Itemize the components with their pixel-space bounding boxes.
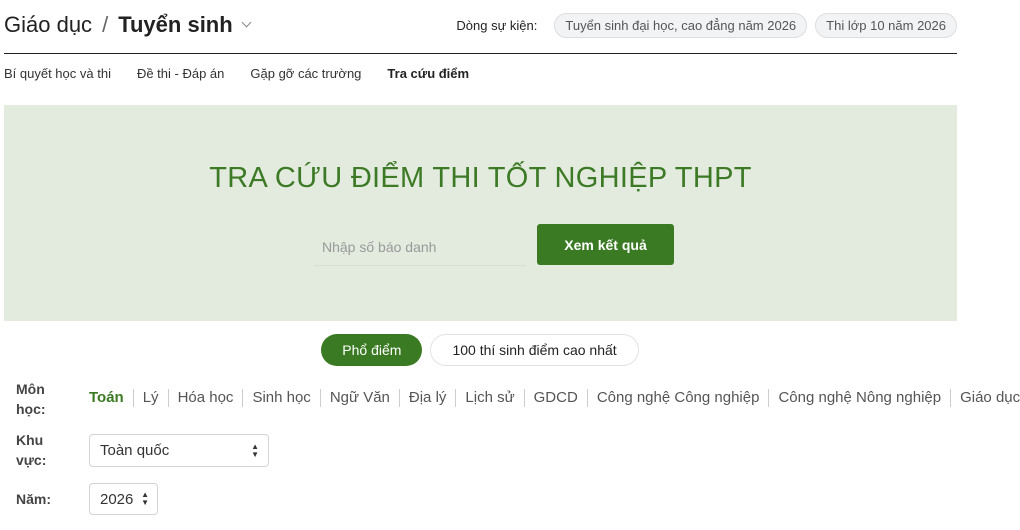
- result-tabs: Phổ điểm 100 thí sinh điểm cao nhất: [0, 334, 960, 366]
- page-header: Giáo dục / Tuyển sinh Dòng sự kiện: Tuyể…: [4, 0, 957, 54]
- sub-navigation: Bí quyết học và thi Đề thi - Đáp án Gặp …: [4, 66, 495, 81]
- subject-item-biology[interactable]: Sinh học: [242, 389, 319, 407]
- breadcrumb-separator: /: [102, 12, 109, 37]
- region-filter-label: Khu vực:: [16, 430, 46, 470]
- subnav-item-exams[interactable]: Đề thi - Đáp án: [137, 66, 224, 81]
- chevron-down-icon[interactable]: [241, 17, 252, 28]
- subject-item-chemistry[interactable]: Hóa học: [167, 389, 243, 407]
- event-chip-grade10[interactable]: Thi lớp 10 năm 2026: [815, 13, 957, 38]
- subnav-item-schools[interactable]: Gặp gỡ các trường: [250, 66, 361, 81]
- subject-item-physics[interactable]: Lý: [132, 389, 168, 407]
- tab-top-100[interactable]: 100 thí sinh điểm cao nhất: [430, 334, 639, 366]
- subject-filter-list: Toán Lý Hóa học Sinh học Ngữ Văn Địa lý …: [89, 389, 1020, 407]
- select-arrows-icon: ▲ ▼: [141, 490, 149, 507]
- tab-score-distribution[interactable]: Phổ điểm: [321, 334, 423, 366]
- region-label-line-2: vực:: [16, 452, 47, 468]
- subject-item-history[interactable]: Lịch sử: [455, 389, 523, 407]
- subject-item-agricultural-tech[interactable]: Công nghệ Nông nghiệp: [768, 389, 950, 407]
- page-title: TRA CỨU ĐIỂM THI TỐT NGHIỆP THPT: [209, 162, 752, 194]
- region-select[interactable]: Toàn quốc ▲ ▼: [89, 434, 269, 467]
- subject-item-industrial-tech[interactable]: Công nghệ Công nghiệp: [586, 389, 769, 407]
- subject-item-education[interactable]: Giáo dục: [950, 389, 1020, 407]
- breadcrumb-parent[interactable]: Giáo dục: [4, 12, 92, 38]
- breadcrumb: Giáo dục / Tuyển sinh: [4, 12, 252, 38]
- subject-item-math[interactable]: Toán: [89, 389, 133, 407]
- year-select-value: 2026: [100, 490, 134, 508]
- subject-label-line-2: học:: [16, 401, 46, 417]
- view-results-button[interactable]: Xem kết quả: [537, 224, 674, 265]
- candidate-number-input[interactable]: [314, 228, 526, 266]
- subnav-item-score-lookup[interactable]: Tra cứu điểm: [387, 66, 469, 81]
- event-stream-label: Dòng sự kiện:: [456, 18, 538, 33]
- subject-item-geography[interactable]: Địa lý: [398, 389, 456, 407]
- event-stream: Dòng sự kiện: Tuyển sinh đại học, cao đẳ…: [456, 13, 957, 38]
- year-select[interactable]: 2026 ▲ ▼: [89, 483, 158, 515]
- subject-filter-label: Môn học:: [16, 379, 46, 419]
- breadcrumb-current[interactable]: Tuyển sinh: [118, 12, 233, 38]
- subject-label-line-1: Môn: [16, 381, 45, 397]
- subnav-item-tips[interactable]: Bí quyết học và thi: [4, 66, 111, 81]
- subject-item-literature[interactable]: Ngữ Văn: [319, 389, 399, 407]
- region-label-line-1: Khu: [16, 432, 44, 448]
- year-filter-label: Năm:: [16, 491, 52, 507]
- score-lookup-banner: TRA CỨU ĐIỂM THI TỐT NGHIỆP THPT Xem kết…: [4, 105, 957, 321]
- event-chip-university[interactable]: Tuyển sinh đại học, cao đẳng năm 2026: [554, 13, 808, 38]
- subject-item-civics[interactable]: GDCD: [523, 389, 587, 407]
- region-select-value: Toàn quốc: [100, 442, 170, 459]
- select-arrows-icon: ▲ ▼: [251, 441, 259, 459]
